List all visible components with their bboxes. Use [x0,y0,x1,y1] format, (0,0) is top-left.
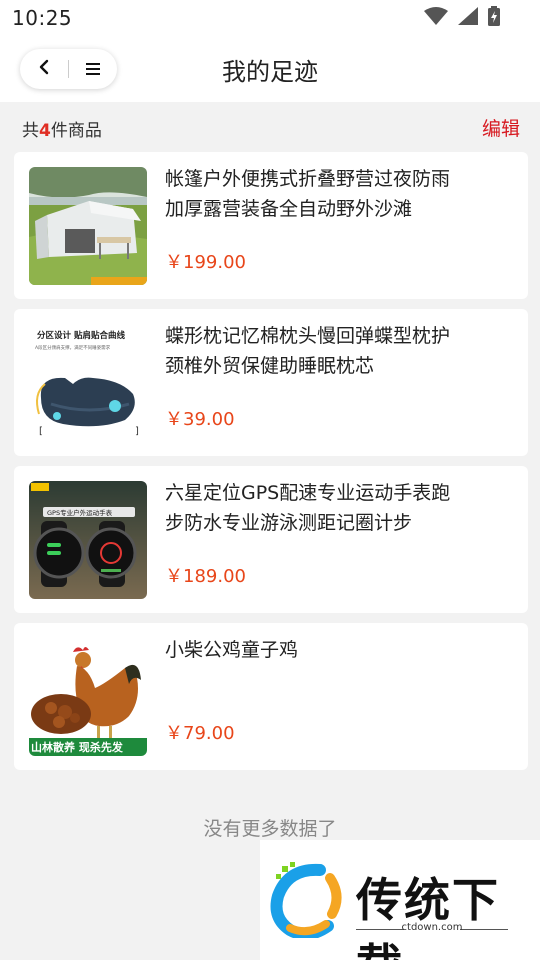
product-price: ￥39.00 [165,409,235,430]
product-image-pillow[interactable]: 分区设计 贴肩贴合曲线 A段区分颈肩支撑，满足不同睡姿需求 [ ] [29,324,147,442]
product-name[interactable]: 蝶形枕记忆棉枕头慢回弹蝶型枕护颈椎外贸保健助睡眠枕芯 [165,321,465,381]
watermark-brand-text: 传统下载 [356,873,500,960]
edit-button[interactable]: 编辑 [482,114,520,141]
status-time: 10:25 [12,6,73,30]
watch-banner-text: GPS专业户外运动手表 [47,508,113,517]
status-icons [424,6,500,30]
summary-bar: 共4件商品 编辑 [0,102,540,152]
svg-text:[: [ [39,426,43,437]
product-image-rooster[interactable]: 山林散养 现杀先发 [29,638,147,756]
watermark: 传统下载 ctdown.com [260,840,540,960]
count-prefix: 共 [22,121,39,141]
navigation-header: 我的足迹 [0,38,540,102]
page-title: 我的足迹 [222,58,318,86]
svg-text:]: ] [135,426,139,437]
signal-icon [458,7,478,29]
count-suffix: 件商品 [50,121,102,141]
product-name[interactable]: 帐篷户外便携式折叠野营过夜防雨加厚露营装备全自动野外沙滩 [165,164,465,224]
product-image-tent[interactable] [29,167,147,285]
status-bar: 10:25 [0,0,540,38]
product-price: ￥79.00 [165,723,235,744]
rooster-banner-text: 山林散养 现杀先发 [31,740,124,754]
product-card[interactable]: GPS专业户外运动手表 六星定位GPS配速专业运动手表跑步防水专业游泳测距记圈计… [14,466,528,613]
product-card[interactable]: 分区设计 贴肩贴合曲线 A段区分颈肩支撑，满足不同睡姿需求 [ ] 蝶形枕记忆棉… [14,309,528,456]
product-card[interactable]: 帐篷户外便携式折叠野营过夜防雨加厚露营装备全自动野外沙滩 ￥199.00 [14,152,528,299]
battery-icon [488,6,500,30]
product-card[interactable]: 山林散养 现杀先发 小柴公鸡童子鸡 ￥79.00 [14,623,528,770]
product-name[interactable]: 小柴公鸡童子鸡 [165,635,465,665]
pillow-headline-text: 分区设计 贴肩贴合曲线 [37,330,125,341]
item-count-label: 共4件商品 [22,116,102,141]
watermark-domain-text: ctdown.com [401,922,463,933]
product-name[interactable]: 六星定位GPS配速专业运动手表跑步防水专业游泳测距记圈计步 [165,478,465,538]
wifi-icon [424,7,448,29]
product-image-watch[interactable]: GPS专业户外运动手表 [29,481,147,599]
watermark-logo-icon [268,862,344,942]
product-price: ￥199.00 [165,252,246,273]
pillow-subline-text: A段区分颈肩支撑，满足不同睡姿需求 [35,344,111,351]
product-price: ￥189.00 [165,566,246,587]
count-number: 4 [39,121,51,141]
no-more-data-label: 没有更多数据了 [203,818,337,840]
